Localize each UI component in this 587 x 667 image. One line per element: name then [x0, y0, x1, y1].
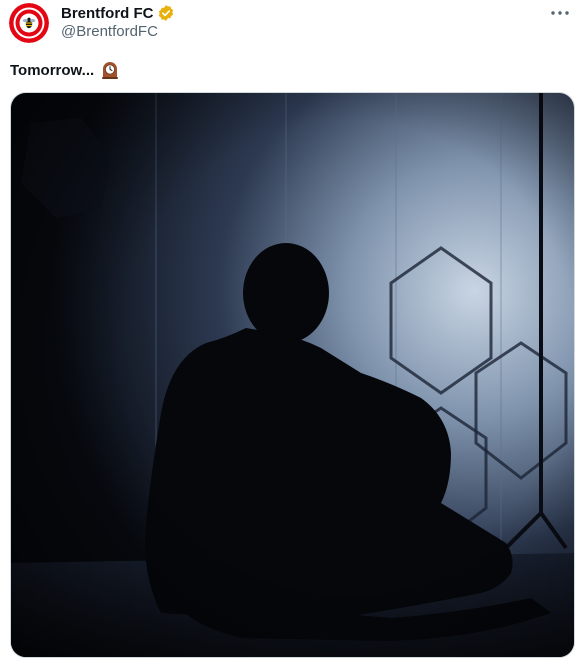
author-name-row: Brentford FC — [61, 3, 175, 23]
tweet-text: Tomorrow... — [10, 60, 120, 80]
tweet-body: Tomorrow... — [10, 61, 95, 79]
more-options-icon — [551, 11, 569, 15]
verified-badge-icon[interactable] — [157, 4, 175, 22]
author-display-name[interactable]: Brentford FC — [61, 5, 154, 22]
tweet-media[interactable] — [10, 92, 575, 658]
brentford-crest-icon — [9, 3, 49, 43]
more-options-button[interactable] — [543, 0, 577, 26]
avatar[interactable] — [9, 3, 49, 43]
silhouette-figure-image — [11, 93, 574, 657]
author-handle[interactable]: @BrentfordFC — [61, 23, 158, 40]
mantelpiece-clock-emoji — [100, 60, 120, 80]
